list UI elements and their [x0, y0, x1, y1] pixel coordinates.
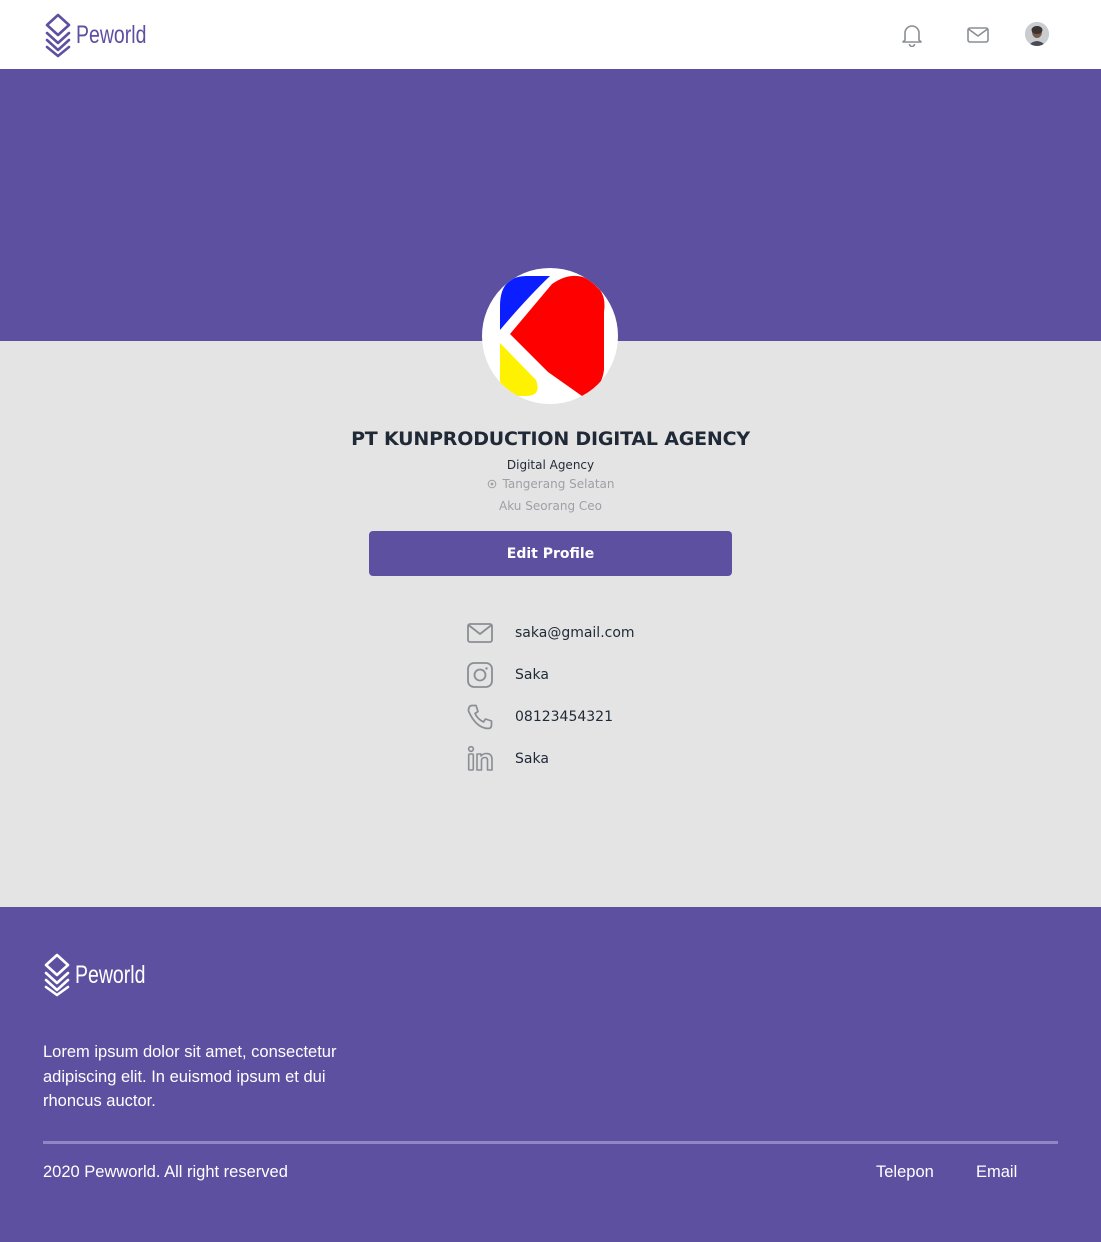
company-logo: [482, 268, 618, 404]
contact-instagram-text: Saka: [515, 667, 549, 683]
footer-link-telepon[interactable]: Telepon: [876, 1163, 934, 1182]
footer-description: Lorem ipsum dolor sit amet, consectetur …: [43, 1043, 337, 1110]
contact-phone[interactable]: 08123454321: [465, 702, 765, 732]
peworld-logo-icon: [44, 953, 70, 997]
company-bio: Aku Seorang Ceo: [499, 499, 602, 513]
edit-profile-button[interactable]: Edit Profile: [369, 531, 732, 576]
kunproduction-logo-icon: [500, 275, 605, 396]
contact-linkedin[interactable]: Saka: [465, 744, 765, 774]
company-location: Tangerang Selatan: [0, 477, 1101, 491]
contact-linkedin-text: Saka: [515, 751, 549, 767]
contact-instagram[interactable]: Saka: [465, 660, 765, 690]
avatar-image: [1025, 22, 1049, 46]
mail-icon: [967, 27, 989, 43]
instagram-icon: [465, 660, 495, 690]
notification-button[interactable]: [899, 22, 925, 48]
navbar: Peworld: [0, 0, 1101, 69]
footer-brand-logo[interactable]: Peworld: [43, 953, 165, 997]
contact-email-text: saka@gmail.com: [515, 625, 635, 641]
peworld-logo-icon: [45, 13, 71, 58]
company-name: PT KUNPRODUCTION DIGITAL AGENCY: [351, 428, 750, 450]
footer-copyright: 2020 Pewworld. All right reserved: [43, 1163, 288, 1181]
footer: Peworld Lorem ipsum dolor sit amet, cons…: [0, 907, 1101, 1242]
company-field: Digital Agency: [506, 458, 595, 472]
brand-name: Peworld: [76, 20, 147, 49]
brand-logo[interactable]: Peworld: [44, 12, 166, 58]
mail-icon: [465, 618, 495, 648]
user-avatar[interactable]: [1025, 22, 1049, 46]
messages-button[interactable]: [965, 22, 991, 48]
footer-divider: [43, 1141, 1058, 1144]
map-pin-icon: [487, 479, 497, 489]
linkedin-icon: [465, 744, 495, 774]
footer-brand-name: Peworld: [75, 960, 146, 989]
bell-icon: [902, 25, 922, 47]
contact-phone-text: 08123454321: [515, 709, 613, 725]
contact-email[interactable]: saka@gmail.com: [465, 618, 765, 648]
location-text: Tangerang Selatan: [502, 477, 615, 491]
phone-icon: [465, 702, 495, 732]
footer-link-email[interactable]: Email: [976, 1163, 1017, 1182]
